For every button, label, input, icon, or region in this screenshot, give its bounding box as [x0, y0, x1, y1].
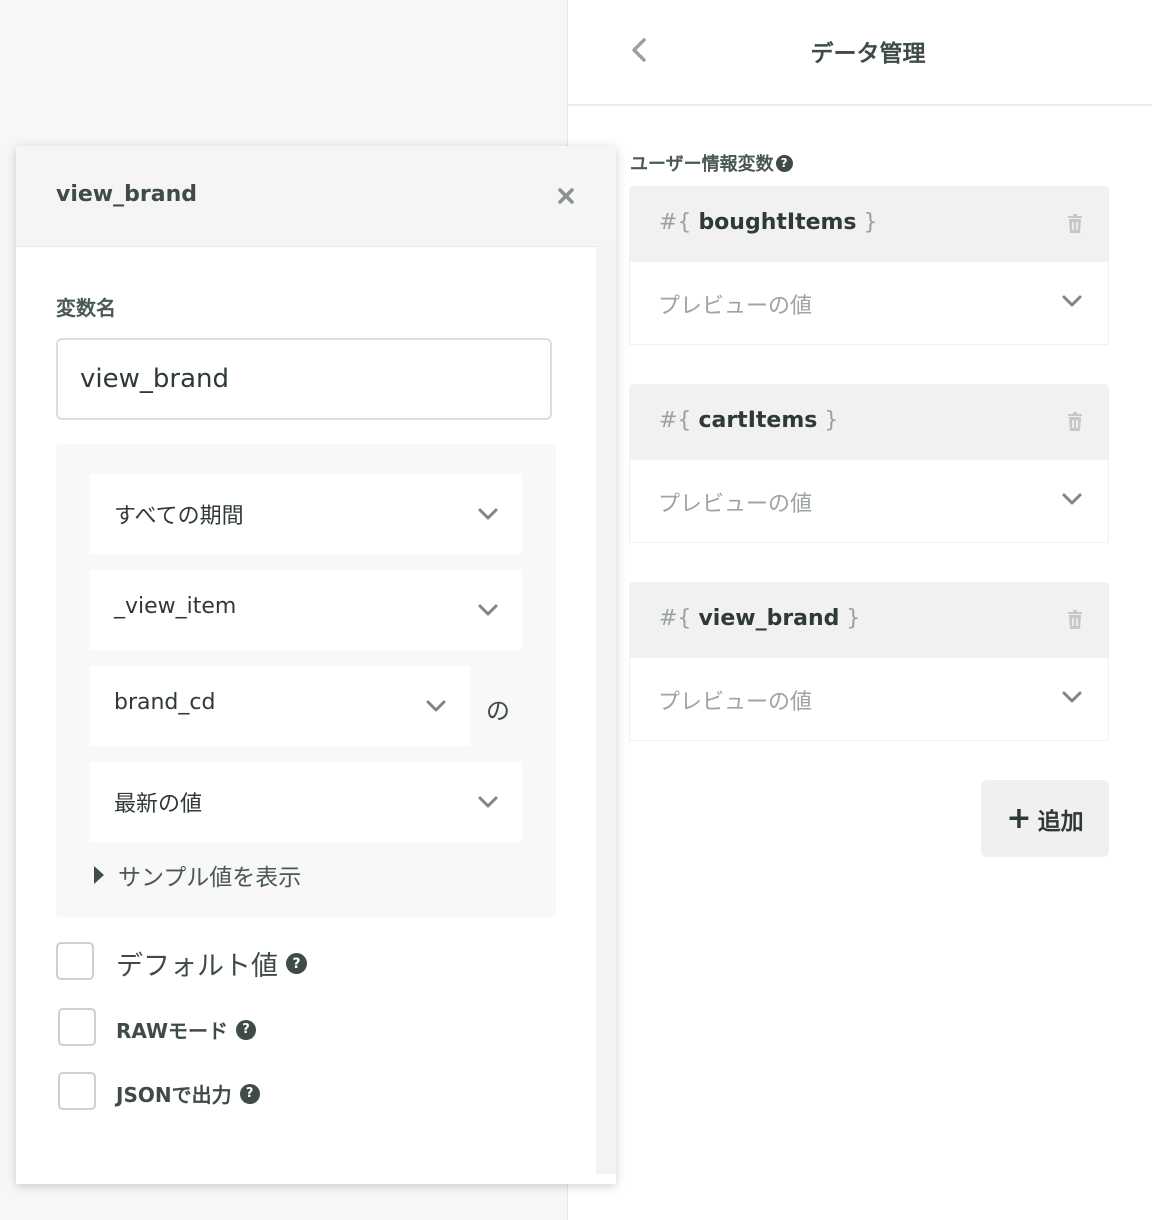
event-select-value: _view_item — [114, 594, 237, 619]
variable-name: #{ cartItems } — [659, 408, 839, 433]
variable-card: #{ boughtItems } プレビューの値 — [629, 186, 1109, 345]
period-select[interactable]: すべての期間 — [90, 474, 522, 554]
preview-placeholder: プレビューの値 — [658, 294, 813, 319]
panel-header: データ管理 — [568, 0, 1152, 106]
user-variables-label: ユーザー情報変数 — [630, 154, 774, 175]
raw-mode-checkbox[interactable] — [58, 1008, 96, 1046]
trash-icon[interactable] — [1067, 214, 1083, 234]
show-sample-label: サンプル値を表示 — [118, 865, 302, 891]
show-sample-toggle[interactable]: サンプル値を表示 — [94, 858, 301, 892]
section-label: ユーザー情報変数 ? — [630, 150, 793, 176]
variable-edit-modal: view_brand 変数名 すべての期間 _view_item brand_c… — [16, 146, 616, 1184]
default-value-label: デフォルト値 — [116, 951, 278, 982]
chevron-down-icon — [1062, 295, 1082, 307]
chevron-down-icon — [1062, 493, 1082, 505]
preview-dropdown[interactable]: プレビューの値 — [629, 262, 1109, 345]
add-button-label: 追加 — [1037, 808, 1084, 835]
chevron-down-icon — [426, 700, 446, 712]
variable-name: #{ boughtItems } — [659, 210, 878, 235]
help-icon[interactable]: ? — [775, 154, 793, 172]
property-select[interactable]: brand_cd — [90, 666, 470, 746]
variable-name-label: 変数名 — [56, 296, 116, 320]
chevron-down-icon — [478, 796, 498, 808]
caret-right-icon — [94, 866, 104, 884]
json-output-label: JSONで出力 — [116, 1083, 232, 1107]
add-button[interactable]: + 追加 — [981, 780, 1109, 857]
property-select-value: brand_cd — [114, 690, 216, 715]
event-select[interactable]: _view_item — [90, 570, 522, 650]
trash-icon[interactable] — [1067, 412, 1083, 432]
raw-mode-label: RAWモード — [116, 1019, 229, 1043]
chevron-down-icon — [1062, 691, 1082, 703]
json-output-checkbox[interactable] — [58, 1072, 96, 1110]
variable-name: #{ view_brand } — [659, 606, 861, 631]
period-select-value: すべての期間 — [114, 504, 244, 529]
modal-header: view_brand — [16, 146, 616, 247]
variable-card-header: #{ view_brand } — [629, 582, 1109, 658]
aggregation-select-value: 最新の値 — [114, 792, 203, 817]
help-icon[interactable]: ? — [239, 1083, 260, 1104]
trash-icon[interactable] — [1067, 610, 1083, 630]
aggregation-select[interactable]: 最新の値 — [90, 762, 522, 842]
variable-card-header: #{ boughtItems } — [629, 186, 1109, 262]
variable-card: #{ view_brand } プレビューの値 — [629, 582, 1109, 741]
raw-mode-option: RAWモード ? — [116, 1015, 257, 1044]
chevron-down-icon — [478, 604, 498, 616]
chevron-down-icon — [478, 508, 498, 520]
default-value-option: デフォルト値 ? — [116, 944, 307, 983]
property-suffix: の — [486, 697, 510, 725]
modal-title: view_brand — [56, 182, 197, 207]
preview-placeholder: プレビューの値 — [658, 690, 813, 715]
variable-name-input[interactable] — [56, 338, 552, 420]
variable-card: #{ cartItems } プレビューの値 — [629, 384, 1109, 543]
preview-dropdown[interactable]: プレビューの値 — [629, 658, 1109, 741]
plus-icon: + — [1006, 801, 1032, 836]
data-management-panel: データ管理 ユーザー情報変数 ? #{ boughtItems } プレビューの… — [567, 0, 1152, 1220]
json-output-option: JSONで出力 ? — [116, 1079, 260, 1108]
preview-dropdown[interactable]: プレビューの値 — [629, 460, 1109, 543]
variable-card-header: #{ cartItems } — [629, 384, 1109, 460]
preview-placeholder: プレビューの値 — [658, 492, 813, 517]
scrollbar[interactable] — [596, 246, 616, 1174]
help-icon[interactable]: ? — [236, 1019, 257, 1040]
close-icon[interactable] — [557, 187, 575, 205]
page-title: データ管理 — [810, 41, 926, 67]
default-value-checkbox[interactable] — [56, 942, 94, 980]
extraction-config: すべての期間 _view_item brand_cd の 最新の値 サンプル値を… — [56, 444, 556, 917]
help-icon[interactable]: ? — [286, 953, 307, 974]
